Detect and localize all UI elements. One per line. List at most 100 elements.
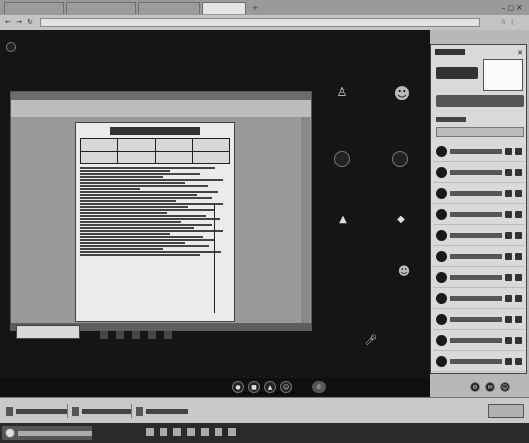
reload-icon[interactable]: ↻: [25, 17, 35, 27]
browser-tab[interactable]: [138, 2, 200, 14]
meeting-title: [22, 44, 112, 50]
list-item[interactable]: [433, 162, 525, 183]
download-item[interactable]: [72, 404, 132, 418]
close-panel-icon[interactable]: ✕: [515, 48, 525, 58]
new-tab-icon[interactable]: +: [250, 3, 260, 13]
toolbar-icon[interactable]: [116, 331, 124, 339]
avatar: [436, 166, 447, 178]
more-icon[interactable]: [515, 294, 522, 302]
mic-icon[interactable]: [505, 273, 512, 281]
word-scrollbar[interactable]: [301, 117, 310, 327]
list-item[interactable]: [433, 225, 525, 246]
reactions-icon[interactable]: ☺: [280, 381, 292, 393]
taskbar-app-icon[interactable]: [187, 428, 195, 436]
more-icon[interactable]: [515, 273, 522, 281]
downloads-bar: [0, 397, 529, 423]
more-icon[interactable]: [515, 189, 522, 197]
share-toolbar: [100, 330, 310, 340]
forward-icon[interactable]: →: [14, 17, 24, 27]
start-button[interactable]: [2, 426, 92, 440]
more-icon[interactable]: [515, 147, 522, 155]
more-icon[interactable]: [515, 336, 522, 344]
list-item[interactable]: [433, 351, 525, 372]
participant-tile-icon: [334, 151, 350, 167]
mic-icon[interactable]: [505, 336, 512, 344]
list-item[interactable]: [433, 183, 525, 204]
taskbar-app-icon[interactable]: [173, 428, 182, 436]
back-icon[interactable]: ←: [3, 17, 13, 27]
toolbar-icon[interactable]: [132, 331, 140, 339]
participant-name: [450, 295, 502, 301]
list-item[interactable]: [433, 141, 525, 162]
mic-icon[interactable]: [505, 315, 512, 323]
address-bar-row: ← → ↻ ☆ ⋮: [0, 15, 529, 30]
download-item[interactable]: [6, 404, 68, 418]
mic-icon[interactable]: [505, 252, 512, 260]
more-icon[interactable]: [515, 357, 522, 365]
taskbar-app-icon[interactable]: [146, 428, 154, 436]
participant-tile-icon: ▲: [339, 213, 347, 225]
download-item[interactable]: [136, 404, 188, 418]
more-icon[interactable]: [515, 231, 522, 239]
download-label: [146, 408, 188, 414]
panel-section-label: [436, 117, 466, 122]
camera-toggle-icon[interactable]: ■: [248, 381, 260, 393]
participant-name: [450, 148, 502, 154]
mic-icon[interactable]: [505, 231, 512, 239]
avatar: [436, 250, 447, 262]
participant-name: [450, 274, 502, 280]
microphone-icon: 🎤︎: [364, 334, 378, 346]
more-icon[interactable]: [515, 315, 522, 323]
browser-tab[interactable]: [4, 2, 64, 14]
end-call-icon[interactable]: ✆: [312, 381, 326, 393]
mic-icon[interactable]: [505, 294, 512, 302]
show-all-button[interactable]: [488, 404, 524, 418]
address-field[interactable]: [40, 18, 480, 27]
browser-tab-active[interactable]: [202, 2, 246, 14]
taskbar-app-icon[interactable]: [214, 428, 223, 436]
more-icon[interactable]: [515, 252, 522, 260]
taskbar-pinned-apps: [146, 428, 237, 438]
list-item[interactable]: [433, 204, 525, 225]
file-icon: [6, 406, 13, 416]
participant-search-input[interactable]: [436, 95, 524, 107]
mic-icon[interactable]: [505, 147, 512, 155]
participant-name: [450, 169, 502, 175]
mic-icon[interactable]: [505, 357, 512, 365]
browser-tab[interactable]: [66, 2, 136, 14]
mic-icon[interactable]: [505, 189, 512, 197]
avatar: [436, 208, 447, 220]
chat-icon[interactable]: ✉: [485, 382, 495, 392]
window-controls[interactable]: – ▢ ✕: [496, 2, 528, 13]
list-item[interactable]: [433, 246, 525, 267]
list-item[interactable]: [433, 267, 525, 288]
share-screen-icon[interactable]: ▲: [264, 381, 276, 393]
taskbar-app-icon[interactable]: [228, 428, 237, 436]
taskbar-app-icon[interactable]: [159, 428, 168, 436]
extensions-icon[interactable]: ☆ ⋮: [490, 17, 526, 27]
taskbar: [0, 423, 529, 443]
participant-tile-label: [322, 235, 362, 241]
mic-toggle-icon[interactable]: ●: [232, 381, 244, 393]
file-icon: [136, 406, 143, 416]
more-icon[interactable]: [515, 210, 522, 218]
taskbar-app-icon[interactable]: [200, 428, 209, 436]
toolbar-icon[interactable]: [100, 331, 108, 339]
settings-icon[interactable]: ⚙: [470, 382, 480, 392]
panel-action-button[interactable]: [436, 67, 478, 79]
participant-tile-label: [318, 303, 362, 309]
download-label: [82, 408, 131, 414]
mic-icon[interactable]: [505, 168, 512, 176]
list-item[interactable]: [433, 288, 525, 309]
list-item[interactable]: [433, 330, 525, 351]
participant-name: [450, 253, 502, 259]
recording-label: [340, 362, 400, 368]
list-item[interactable]: [433, 309, 525, 330]
toolbar-icon[interactable]: [148, 331, 156, 339]
mic-icon[interactable]: [505, 210, 512, 218]
participant-tile-icon: ◆: [397, 213, 405, 225]
more-icon[interactable]: [515, 168, 522, 176]
avatar: [436, 334, 447, 346]
people-icon[interactable]: ☺: [500, 382, 510, 392]
toolbar-icon[interactable]: [164, 331, 172, 339]
